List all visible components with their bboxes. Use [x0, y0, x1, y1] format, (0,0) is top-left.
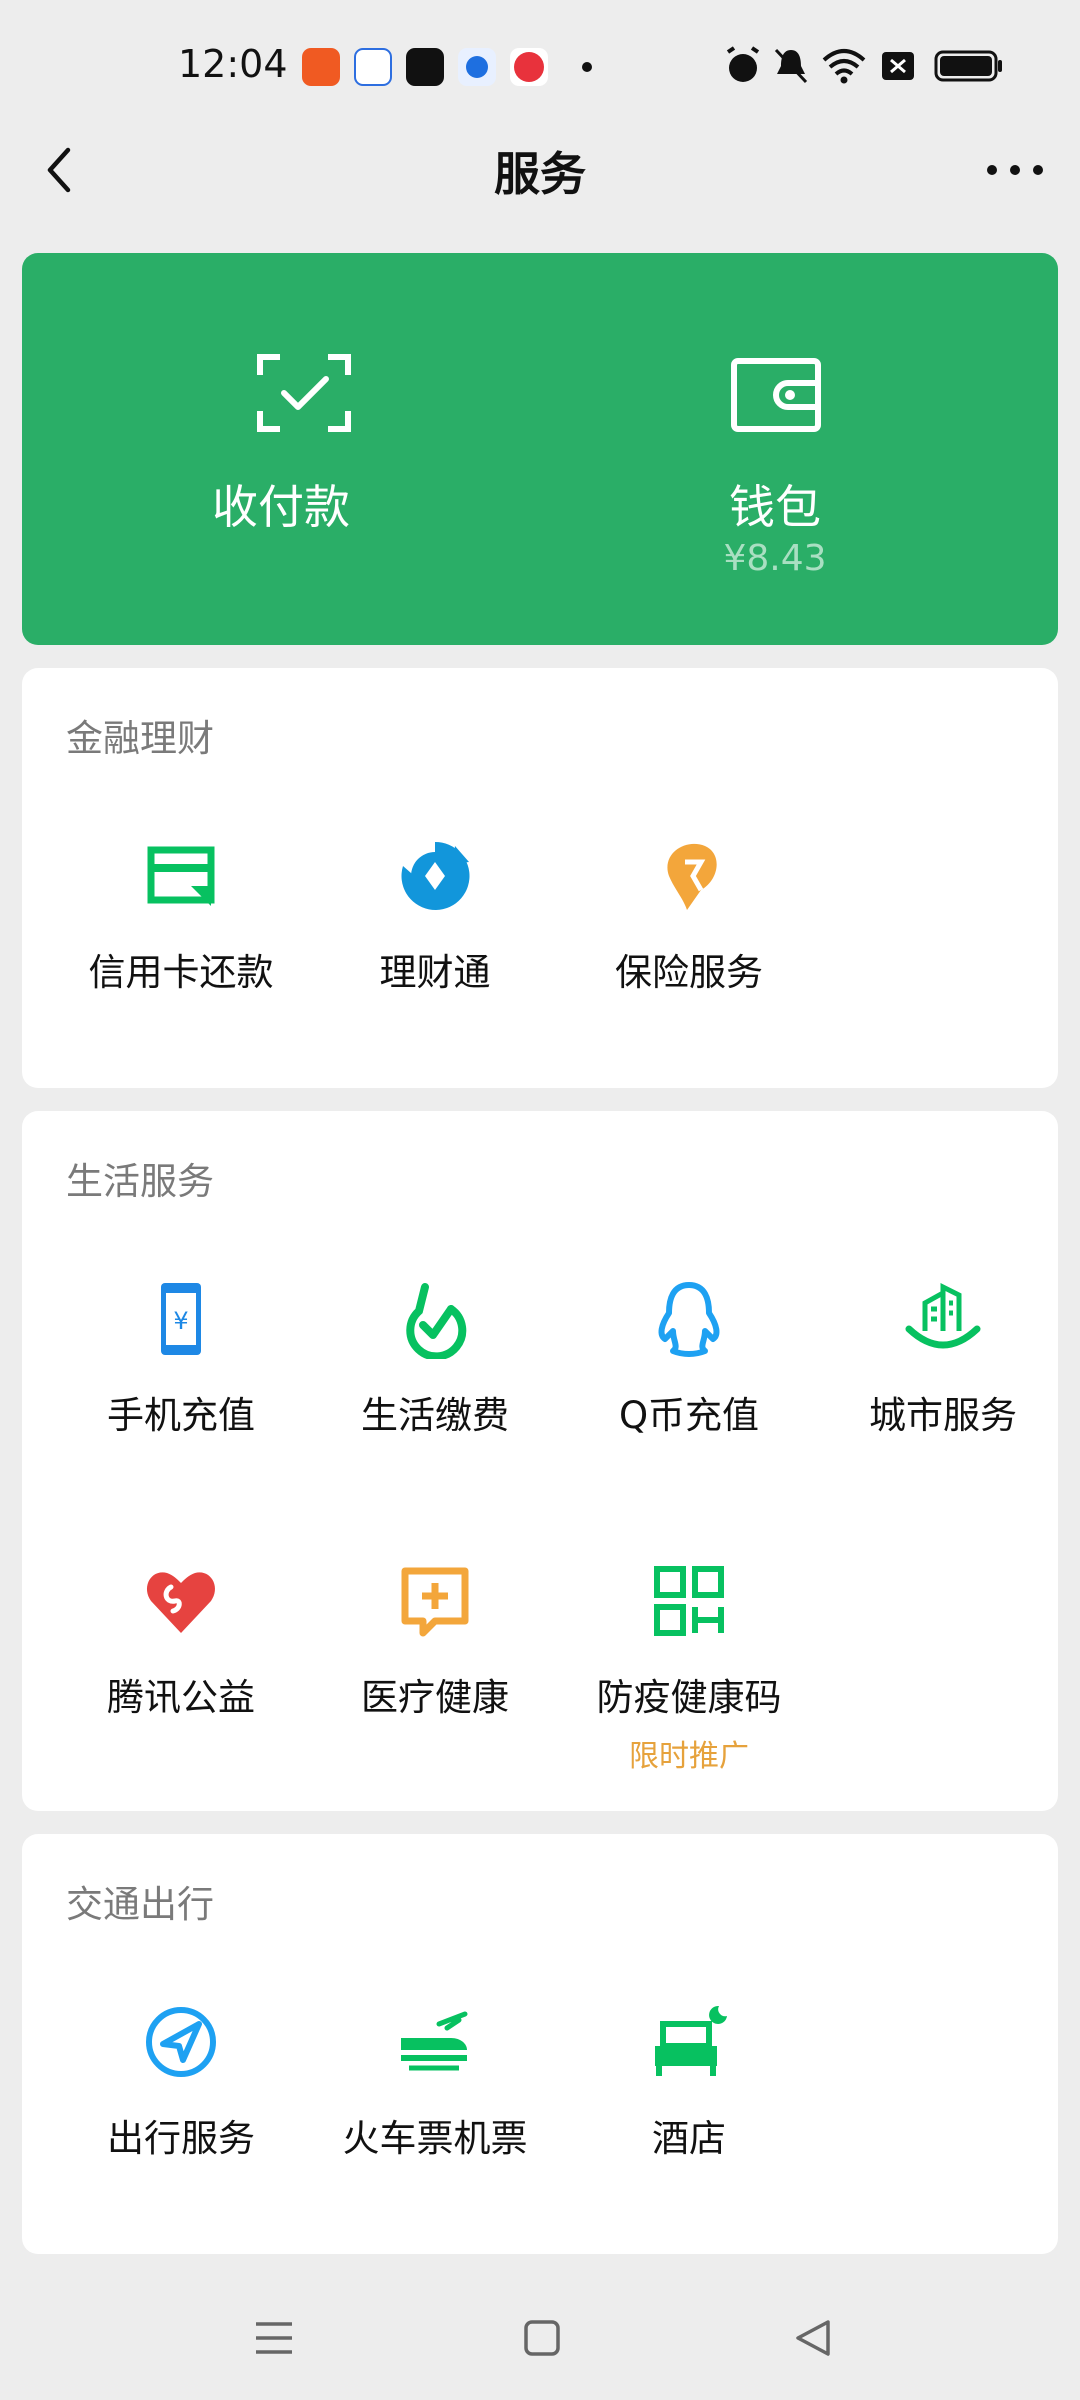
- travel-services-label: 出行服务: [107, 2117, 255, 2160]
- alarm-icon: [726, 46, 760, 82]
- baidu-notification-icon: [354, 48, 392, 86]
- insurance-icon: [667, 843, 717, 910]
- finance-section-title: 金融理财: [66, 717, 214, 760]
- browser-notification-icon: [458, 48, 496, 86]
- payment-button[interactable]: 收付款: [22, 253, 540, 645]
- phone-topup-icon: ¥: [161, 1283, 201, 1355]
- wallet-button[interactable]: 钱包 ¥8.43: [516, 253, 1034, 645]
- hotel-label: 酒店: [652, 2117, 726, 2160]
- hotel-icon: [655, 2005, 727, 2076]
- utility-payment-label: 生活缴费: [361, 1394, 509, 1437]
- wealth-button[interactable]: 理财通: [308, 836, 562, 1076]
- wallet-balance: ¥8.43: [723, 538, 827, 579]
- qq-coin-icon: [658, 1282, 720, 1357]
- medical-icon: [401, 1567, 469, 1637]
- wealth-icon: [401, 841, 470, 910]
- back-triangle-icon[interactable]: [784, 2308, 844, 2368]
- page-title: 服务: [494, 147, 586, 201]
- insurance-button[interactable]: 保险服务: [562, 836, 816, 1076]
- more-notifications-dot: [582, 62, 592, 72]
- wallet-icon: [731, 358, 821, 432]
- city-services-label: 城市服务: [869, 1394, 1017, 1437]
- train-plane-tickets-button[interactable]: 火车票机票: [308, 2002, 562, 2242]
- more-options-icon[interactable]: [980, 140, 1050, 200]
- promo-badge: 限时推广: [629, 1739, 749, 1774]
- train-plane-tickets-label: 火车票机票: [342, 2117, 528, 2160]
- health-code-label: 防疫健康码: [596, 1676, 782, 1719]
- phone-topup-label: 手机充值: [107, 1394, 255, 1437]
- status-time: 12:04: [178, 42, 288, 86]
- travel-services-button[interactable]: 出行服务: [54, 2002, 308, 2242]
- insurance-label: 保险服务: [615, 951, 763, 994]
- menu-icon[interactable]: [244, 2308, 304, 2368]
- battery-icon: [934, 50, 1002, 82]
- qq-coin-label: Q币充值: [618, 1394, 760, 1437]
- city-icon: [905, 1282, 981, 1349]
- life-services-section: 生活服务 ¥ 手机充值 生活缴费 Q币充值 城市服务 腾讯公益 医疗健康 防疫健…: [22, 1111, 1058, 1811]
- video-notification-icon: [510, 48, 548, 86]
- qr-code-icon: [654, 1566, 724, 1636]
- wifi-icon: [822, 49, 866, 84]
- utility-payment-button[interactable]: 生活缴费: [308, 1279, 562, 1519]
- hotel-button[interactable]: 酒店: [562, 2002, 816, 2242]
- kuaishou-notification-icon: [302, 48, 340, 86]
- finance-section: 金融理财 信用卡还款 理财通 保险服务: [22, 668, 1058, 1088]
- transport-section-title: 交通出行: [66, 1883, 214, 1926]
- no-sim-icon: [882, 52, 914, 80]
- phone-topup-button[interactable]: ¥ 手机充值: [54, 1279, 308, 1519]
- system-nav-bar: [0, 2280, 1080, 2400]
- credit-card-repay-label: 信用卡还款: [88, 951, 274, 994]
- city-services-button[interactable]: 城市服务: [816, 1279, 1070, 1519]
- charity-icon: [146, 1572, 216, 1633]
- capcut-notification-icon: [406, 48, 444, 86]
- payment-label: 收付款: [212, 480, 350, 534]
- train-plane-icon: [401, 2011, 468, 2071]
- medical-health-button[interactable]: 医疗健康: [308, 1561, 562, 1801]
- mute-icon: [774, 48, 808, 84]
- svg-text:¥: ¥: [173, 1307, 188, 1335]
- life-services-section-title: 生活服务: [66, 1160, 214, 1203]
- utility-icon: [406, 1283, 467, 1359]
- navigation-icon: [146, 2007, 216, 2077]
- charity-button[interactable]: 腾讯公益: [54, 1561, 308, 1801]
- health-code-button[interactable]: 防疫健康码 限时推广: [562, 1561, 816, 1801]
- payment-card: 收付款 钱包 ¥8.43: [22, 253, 1058, 645]
- scan-check-icon: [257, 354, 351, 432]
- credit-card-repay-button[interactable]: 信用卡还款: [54, 836, 308, 1076]
- medical-health-label: 医疗健康: [361, 1676, 509, 1719]
- wealth-label: 理财通: [379, 951, 491, 994]
- qq-coin-button[interactable]: Q币充值: [562, 1279, 816, 1519]
- credit-card-icon: [147, 846, 215, 906]
- top-bar: 服务: [0, 120, 1080, 220]
- charity-label: 腾讯公益: [107, 1676, 255, 1719]
- home-icon[interactable]: [512, 2308, 572, 2368]
- transport-section: 交通出行 出行服务 火车票机票 酒店: [22, 1834, 1058, 2254]
- wallet-label: 钱包: [729, 480, 821, 534]
- status-bar: 12:04: [0, 0, 1080, 120]
